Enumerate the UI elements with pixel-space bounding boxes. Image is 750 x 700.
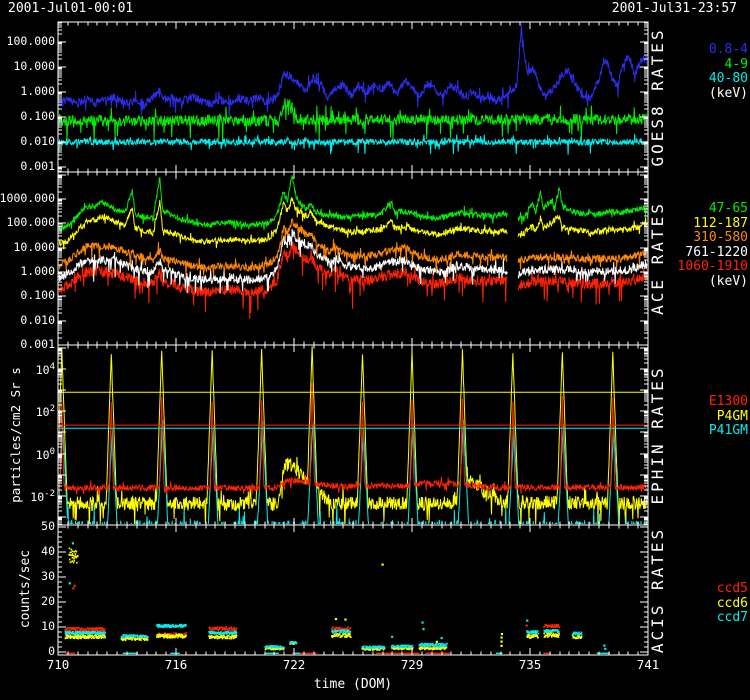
goes8-legend-40-80: 40-80 (638, 72, 748, 85)
ephin-ytick-label: 102 (0, 405, 55, 418)
acis-dot (526, 625, 528, 627)
acis-dot (74, 585, 76, 587)
space-weather-multipanel-chart: 2001-Jul01-00:01 2001-Jul31-23:57 GOES8 … (0, 0, 750, 700)
acis-zero-dash (265, 653, 278, 655)
acis-zero-dash (425, 653, 450, 655)
ephin-legend-E1300: E1300 (638, 395, 748, 408)
acis-dot (501, 633, 503, 635)
acis-dot (391, 636, 393, 638)
acis-dot (421, 622, 423, 624)
goes8-legend-(keV): (keV) (638, 87, 748, 100)
ace-legend-1060-1910: 1060-1910 (638, 260, 748, 273)
ace-series-47-65 (58, 176, 507, 231)
ace-legend-112-187: 112-187 (638, 217, 748, 230)
x-tick-label-722: 722 (274, 659, 314, 672)
acis-ytick-label: 40 (0, 546, 55, 558)
ephin-ytick-label: 10-2 (0, 490, 55, 503)
goes8-ytick-label: 0.100 (0, 111, 55, 123)
ace-ytick-label: 1.000 (0, 266, 55, 278)
ace-ytick-label: 100.000 (0, 217, 55, 229)
ace-series-310-580 (58, 219, 507, 276)
acis-dot (72, 542, 74, 544)
acis-zero-dash (123, 653, 138, 655)
plot-canvas (0, 0, 750, 700)
ace-ytick-label: 1000.000 (0, 193, 55, 205)
acis-dot (382, 564, 384, 566)
x-axis-title: time (DOM) (253, 678, 453, 691)
acis-dot (500, 641, 502, 643)
goes8-ytick-label: 0.001 (0, 161, 55, 173)
x-tick-label-710: 710 (38, 659, 78, 672)
ephin-legend-P41GM: P41GM (638, 424, 748, 437)
ephin-ytick-label: 104 (0, 363, 55, 376)
acis-dot (500, 637, 502, 639)
ace-legend-(keV): (keV) (638, 275, 748, 288)
goes8-ytick-label: 0.010 (0, 136, 55, 148)
goes8-legend-0.8-4: 0.8-4 (638, 43, 748, 56)
ace-legend-761-1220: 761-1220 (638, 246, 748, 259)
ace-legend-310-580: 310-580 (638, 231, 748, 244)
goes8-series-40-80 (58, 134, 648, 159)
acis-zero-dash (66, 653, 76, 655)
ace-legend-47-65: 47-65 (638, 202, 748, 215)
goes8-ytick-label: 10.000 (0, 61, 55, 73)
acis-ytick-label: 50 (0, 521, 55, 533)
acis-dot (603, 645, 605, 647)
ace-ytick-label: 0.001 (0, 339, 55, 351)
goes8-minor-ticks (58, 22, 648, 172)
acis-dot (441, 637, 443, 639)
acis-dot (604, 648, 606, 650)
acis-scatter-cyan (65, 625, 583, 649)
acis-legend-ccd5: ccd5 (638, 582, 748, 595)
acis-dot (436, 641, 438, 643)
goes8-ytick-label: 100.000 (0, 36, 55, 48)
goes8-series-0.8-4 (58, 25, 648, 116)
x-tick-label-729: 729 (392, 659, 432, 672)
x-tick-label-735: 735 (510, 659, 550, 672)
acis-ytick-label: 20 (0, 596, 55, 608)
acis-dot (72, 587, 74, 589)
ace-ytick-label: 10.000 (0, 242, 55, 254)
acis-zero-dash (376, 653, 420, 655)
start-timestamp: 2001-Jul01-00:01 (8, 2, 133, 15)
ephin-ytick-label: 100 (0, 448, 55, 461)
acis-dot (344, 619, 346, 621)
acis-dot (500, 645, 502, 647)
ace-series-47-65 (518, 188, 648, 224)
goes8-axis-box (58, 22, 648, 172)
x-tick-label-716: 716 (156, 659, 196, 672)
acis-dot (69, 582, 71, 584)
ace-series-310-580 (518, 249, 648, 269)
goes8-legend-4-9: 4-9 (638, 58, 748, 71)
ace-traces (58, 176, 648, 319)
ace-series-112-187 (518, 216, 648, 238)
x-tick-label-741: 741 (628, 659, 668, 672)
acis-dot (335, 618, 337, 620)
acis-dot (526, 620, 528, 622)
acis-zero-dash (294, 653, 300, 655)
acis-ytick-label: 10 (0, 621, 55, 633)
goes8-ytick-label: 1.000 (0, 86, 55, 98)
ephin-legend-P4GM: P4GM (638, 410, 748, 423)
acis-dot (556, 625, 558, 627)
acis-legend-ccd6: ccd6 (638, 597, 748, 610)
ace-ytick-label: 0.010 (0, 315, 55, 327)
acis-ytick-label: 30 (0, 571, 55, 583)
end-timestamp: 2001-Jul31-23:57 (612, 2, 737, 15)
goes8-traces (58, 25, 648, 160)
acis-traces (65, 542, 610, 654)
acis-ytick-label: 0 (0, 646, 55, 658)
ace-ytick-label: 0.100 (0, 290, 55, 302)
acis-zero-dash (170, 653, 180, 655)
goes8-major-ticks (58, 22, 648, 172)
acis-dot (422, 628, 424, 630)
acis-legend-ccd7: ccd7 (638, 611, 748, 624)
